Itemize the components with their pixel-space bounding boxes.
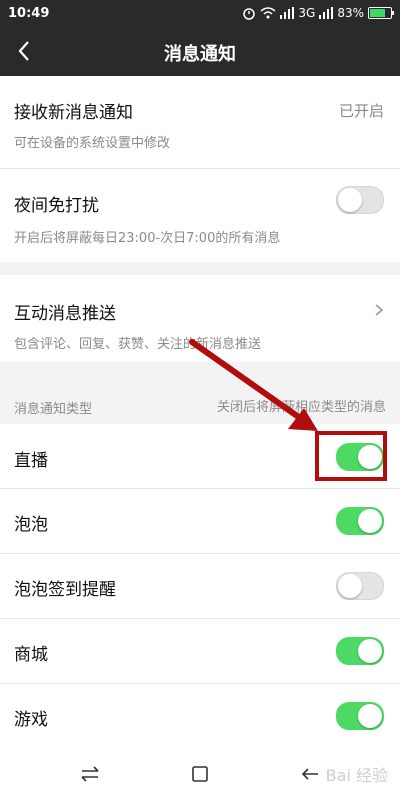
- list-item-label: 商城: [14, 645, 48, 665]
- game-toggle[interactable]: [336, 702, 384, 730]
- night-dnd-toggle[interactable]: [336, 186, 384, 214]
- status-time: 10:49: [8, 6, 50, 21]
- alarm-icon: [243, 8, 256, 20]
- annotation-arrow: [189, 339, 318, 431]
- nav-bar: 消息通知: [0, 28, 400, 76]
- list-item-mall: 商城: [0, 619, 400, 683]
- status-icons: 3G 83%: [242, 6, 394, 20]
- receive-notifications-subtitle: 可在设备的系统设置中修改: [14, 136, 171, 151]
- interactive-push-title: 互动消息推送: [14, 304, 116, 324]
- mall-toggle[interactable]: [336, 637, 384, 665]
- night-dnd-subtitle: 开启后将屏蔽每日23:00-次日7:00的所有消息: [14, 231, 281, 246]
- settings-group-general: 接收新消息通知 已开启 可在设备的系统设置中修改 夜间免打扰 开启后将屏蔽每日2…: [0, 76, 400, 262]
- night-dnd-row: 夜间免打扰 开启后将屏蔽每日23:00-次日7:00的所有消息: [0, 169, 400, 262]
- section-label: 消息通知类型: [14, 402, 93, 417]
- bubble-toggle[interactable]: [336, 507, 384, 535]
- annotation-highlight-box: [315, 431, 387, 481]
- list-item-label: 泡泡签到提醒: [14, 580, 116, 600]
- status-bar: 10:49 3G 83%: [0, 0, 400, 28]
- list-item-label: 泡泡: [14, 515, 48, 535]
- list-item-bubble: 泡泡: [0, 489, 400, 553]
- home-square-icon[interactable]: [188, 762, 212, 786]
- back-nav-icon[interactable]: [298, 762, 322, 786]
- list-item-label: 游戏: [14, 710, 48, 730]
- list-item-bubble-checkin: 泡泡签到提醒: [0, 554, 400, 618]
- receive-notifications-title: 接收新消息通知: [14, 103, 133, 123]
- battery-icon: [368, 7, 394, 19]
- battery-percent: 83%: [337, 6, 364, 20]
- network-label: 3G: [298, 6, 316, 20]
- page-title: 消息通知: [164, 44, 236, 65]
- list-item-game: 游戏: [0, 684, 400, 748]
- night-dnd-title: 夜间免打扰: [14, 196, 99, 216]
- signal-icon-2: [319, 7, 334, 19]
- swap-icon[interactable]: [78, 762, 102, 786]
- screen: 10:49 3G 83% 消息通知 接收新消息通知 已开启 可在设备的系统设置中…: [0, 0, 400, 800]
- wifi-icon: [260, 7, 276, 19]
- watermark: Bai 经验: [325, 766, 388, 785]
- list-item-label: 直播: [14, 451, 48, 471]
- chevron-right-icon: [375, 304, 384, 316]
- bubble-checkin-toggle[interactable]: [336, 572, 384, 600]
- signal-icon: [280, 7, 295, 19]
- receive-notifications-value: 已开启: [338, 102, 384, 120]
- receive-notifications-row[interactable]: 接收新消息通知 已开启 可在设备的系统设置中修改: [0, 76, 400, 168]
